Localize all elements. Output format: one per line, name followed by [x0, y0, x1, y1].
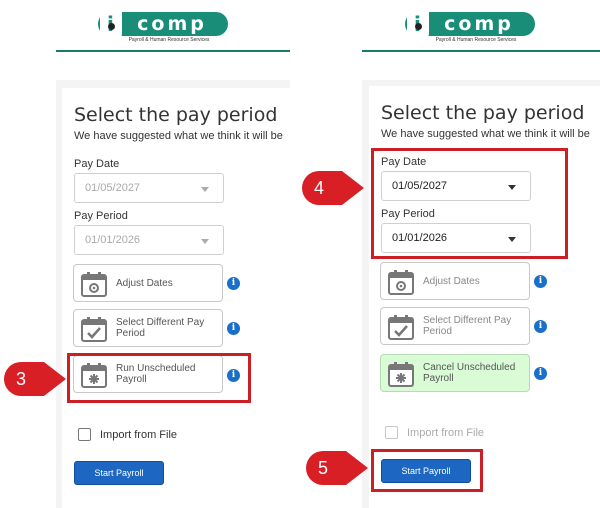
page-subtitle: We have suggested what we think it will … — [74, 130, 283, 142]
page-title: Select the pay period — [74, 104, 278, 126]
callout-badge-5: 5 — [306, 451, 368, 485]
info-icon[interactable]: i — [534, 320, 547, 333]
pay-period-label: Pay Period — [74, 210, 128, 222]
pay-date-select[interactable]: 01/05/2027 — [74, 173, 224, 203]
card-label: Adjust Dates — [423, 275, 480, 287]
brand-logo: comp i Payroll & Human Resource Services — [405, 6, 545, 46]
card-label: Adjust Dates — [116, 277, 173, 289]
highlight-box-5 — [371, 449, 483, 492]
header-divider — [56, 50, 290, 52]
pay-period-select[interactable]: 01/01/2026 — [74, 225, 224, 255]
brand-tagline: Payroll & Human Resource Services — [128, 37, 210, 43]
info-icon[interactable]: i — [534, 275, 547, 288]
adjust-dates-button[interactable]: Adjust Dates — [73, 264, 223, 302]
start-payroll-button[interactable]: Start Payroll — [74, 461, 164, 485]
select-different-pay-period-button[interactable]: Select Different Pay Period — [380, 307, 530, 345]
card-label: Select Different Pay Period — [116, 317, 205, 339]
chevron-down-icon — [201, 187, 209, 192]
callout-badge-4: 4 — [302, 171, 364, 205]
calendar-gear-icon — [81, 272, 107, 297]
card-label: Select Different Pay Period — [423, 315, 512, 337]
info-icon[interactable]: i — [227, 277, 240, 290]
select-different-pay-period-button[interactable]: Select Different Pay Period — [73, 309, 223, 347]
import-from-file-checkbox[interactable] — [78, 428, 91, 441]
brand-tagline: Payroll & Human Resource Services — [435, 37, 517, 43]
import-from-file-label: Import from File — [100, 429, 178, 441]
calendar-star-icon — [388, 362, 414, 387]
highlight-box-3 — [67, 353, 251, 403]
chevron-down-icon — [201, 239, 209, 244]
info-icon[interactable]: i — [534, 367, 547, 380]
calendar-gear-icon — [388, 270, 414, 295]
page-subtitle: We have suggested what we think it will … — [381, 128, 590, 140]
header-divider — [362, 50, 600, 52]
adjust-dates-button[interactable]: Adjust Dates — [380, 262, 530, 300]
calendar-check-icon — [81, 317, 107, 342]
pay-date-label: Pay Date — [74, 158, 120, 170]
cancel-unscheduled-payroll-button[interactable]: Cancel Unscheduled Payroll — [380, 354, 530, 392]
page-title: Select the pay period — [381, 102, 585, 124]
import-from-file-checkbox[interactable] — [385, 426, 398, 439]
callout-badge-3: 3 — [4, 362, 66, 396]
card-label: Cancel Unscheduled Payroll — [423, 362, 516, 384]
highlight-box-4 — [371, 148, 568, 259]
import-from-file-label: Import from File — [407, 427, 485, 439]
info-icon[interactable]: i — [227, 322, 240, 335]
calendar-check-icon — [388, 315, 414, 340]
brand-logo: comp i Payroll & Human Resource Services — [98, 6, 238, 46]
